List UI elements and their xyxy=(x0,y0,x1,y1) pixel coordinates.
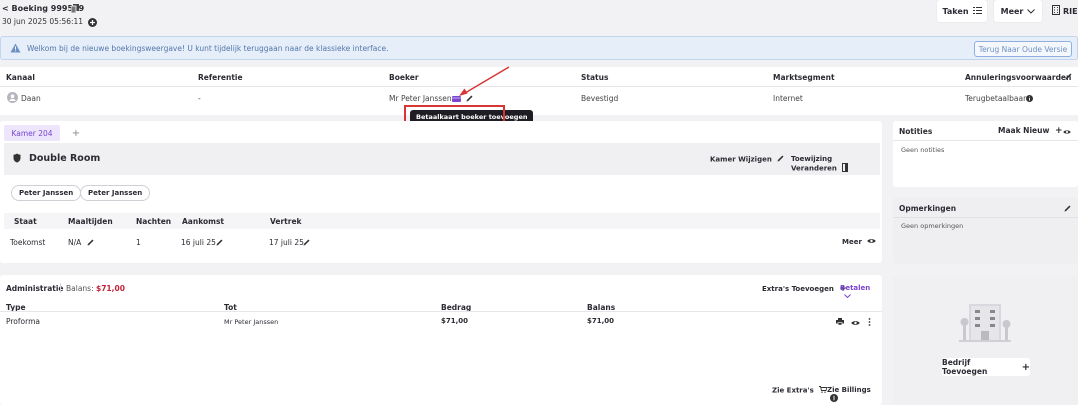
notes-title: Notities xyxy=(899,127,933,136)
divider xyxy=(60,283,61,293)
edit-meals-icon[interactable] xyxy=(87,239,94,248)
divider xyxy=(0,311,882,312)
room-name: Double Room xyxy=(29,153,101,164)
balance-label: Balans: xyxy=(66,284,94,293)
channel-header: Kanaal xyxy=(6,73,35,82)
guest-chip[interactable]: Peter Janssen xyxy=(80,185,151,201)
kebab-menu-icon[interactable] xyxy=(868,318,871,328)
door-icon xyxy=(842,163,849,174)
list-icon xyxy=(972,6,982,16)
building-illustration-icon xyxy=(959,304,1011,342)
notes-empty: Geen notities xyxy=(901,146,945,154)
segment-header: Marktsegment xyxy=(773,73,835,82)
back-to-old-version-button[interactable]: Terug Naar Oude Versie xyxy=(974,41,1072,57)
reference-header: Referentie xyxy=(198,73,243,82)
col-arrival: Aankomst xyxy=(182,217,225,226)
edit-cancellation-icon[interactable] xyxy=(1065,73,1072,82)
change-room-button[interactable]: Kamer Wijzigen xyxy=(710,155,784,164)
banner-text: Welkom bij de nieuwe boekingsweergave! U… xyxy=(27,44,389,53)
status-value: Bevestigd xyxy=(581,94,619,103)
edit-arrival-icon[interactable] xyxy=(216,239,223,248)
chevron-down-icon xyxy=(844,292,851,300)
divider xyxy=(893,217,1078,218)
shield-icon xyxy=(13,153,21,165)
change-assignment-button[interactable]: Toewijzing Veranderen xyxy=(791,155,880,174)
administration-card: Administratie Balans: $71,00 Extra's Toe… xyxy=(0,275,882,405)
reference-value: - xyxy=(198,94,201,103)
add-extras-button[interactable]: Extra's Toevoegen + xyxy=(762,284,847,294)
info-icon[interactable] xyxy=(1026,95,1033,104)
remarks-card: Opmerkingen Geen opmerkingen xyxy=(893,198,1078,264)
edit-icon xyxy=(777,155,784,164)
annotation-arrow xyxy=(459,66,510,96)
coin-icon xyxy=(830,394,838,404)
edit-remarks-icon[interactable] xyxy=(1064,205,1071,214)
org-switcher[interactable]: RIE xyxy=(1052,5,1078,17)
balance-value: $71,00 xyxy=(96,284,125,293)
tasks-button[interactable]: Taken xyxy=(937,0,987,22)
col-nights: Nachten xyxy=(136,217,172,226)
guest-chip[interactable]: Peter Janssen xyxy=(11,185,82,201)
channel-value: Daan xyxy=(21,94,41,103)
stay-table-header: Staat Maaltijden Nachten Aankomst Vertre… xyxy=(4,213,880,229)
add-circle-icon[interactable] xyxy=(88,17,98,27)
add-room-tab-button[interactable]: + xyxy=(60,125,92,141)
building-icon xyxy=(1052,5,1060,17)
more-stay-button[interactable]: Meer xyxy=(842,238,877,246)
remarks-empty: Geen opmerkingen xyxy=(901,222,964,230)
new-note-button[interactable]: Maak Nieuw + xyxy=(998,126,1063,136)
chevron-down-icon xyxy=(1027,7,1036,16)
cancellation-value: Terugbetaalbaar xyxy=(965,94,1027,103)
booking-datetime: 30 jun 2025 05:56:11 xyxy=(2,17,98,27)
notes-card: Notities Maak Nieuw + Geen notities xyxy=(893,121,1078,187)
booking-info: Kanaal Referentie Boeker Status Marktseg… xyxy=(0,67,1078,115)
col-meals: Maaltijden xyxy=(68,217,113,226)
admin-title: Administratie xyxy=(6,284,64,293)
eye-icon[interactable] xyxy=(851,319,860,328)
pay-dropdown[interactable]: Betalen xyxy=(840,284,882,300)
more-button[interactable]: Meer xyxy=(994,0,1042,22)
warning-icon xyxy=(10,43,21,55)
col-state: Staat xyxy=(14,217,37,226)
plus-icon: + xyxy=(1021,361,1030,373)
booker-value[interactable]: Mr Peter Janssen xyxy=(389,94,452,103)
see-extras-button[interactable]: Zie Extra's xyxy=(772,386,828,395)
avatar xyxy=(7,92,18,105)
status-header: Status xyxy=(581,73,609,82)
segment-value: Internet xyxy=(773,94,803,103)
eye-icon[interactable] xyxy=(1063,128,1071,137)
info-banner: Welkom bij de nieuwe boekingsweergave! U… xyxy=(0,36,1078,60)
see-billings-button[interactable]: Zie Billings xyxy=(827,386,882,404)
room-header: Double Room Kamer Wijzigen Toewijzing Ve… xyxy=(4,143,880,175)
add-company-button[interactable]: Bedrijf Toevoegen + xyxy=(942,358,1030,376)
booker-header: Boeker xyxy=(389,73,419,82)
col-departure: Vertrek xyxy=(270,217,302,226)
edit-departure-icon[interactable] xyxy=(303,239,310,248)
cancellation-header: Annuleringsvoorwaarden xyxy=(965,73,1072,82)
plus-icon: + xyxy=(1055,126,1063,136)
divider xyxy=(0,86,1078,87)
company-card: Bedrijf Toevoegen + xyxy=(893,276,1078,405)
tab-room[interactable]: Kamer 204 xyxy=(4,125,60,141)
eye-icon xyxy=(867,238,877,246)
copy-icon[interactable] xyxy=(70,4,79,14)
room-card: Kamer 204 + Double Room Kamer Wijzigen T… xyxy=(0,121,882,263)
print-icon[interactable] xyxy=(836,318,844,327)
divider xyxy=(893,140,1078,141)
remarks-title: Opmerkingen xyxy=(899,204,957,213)
